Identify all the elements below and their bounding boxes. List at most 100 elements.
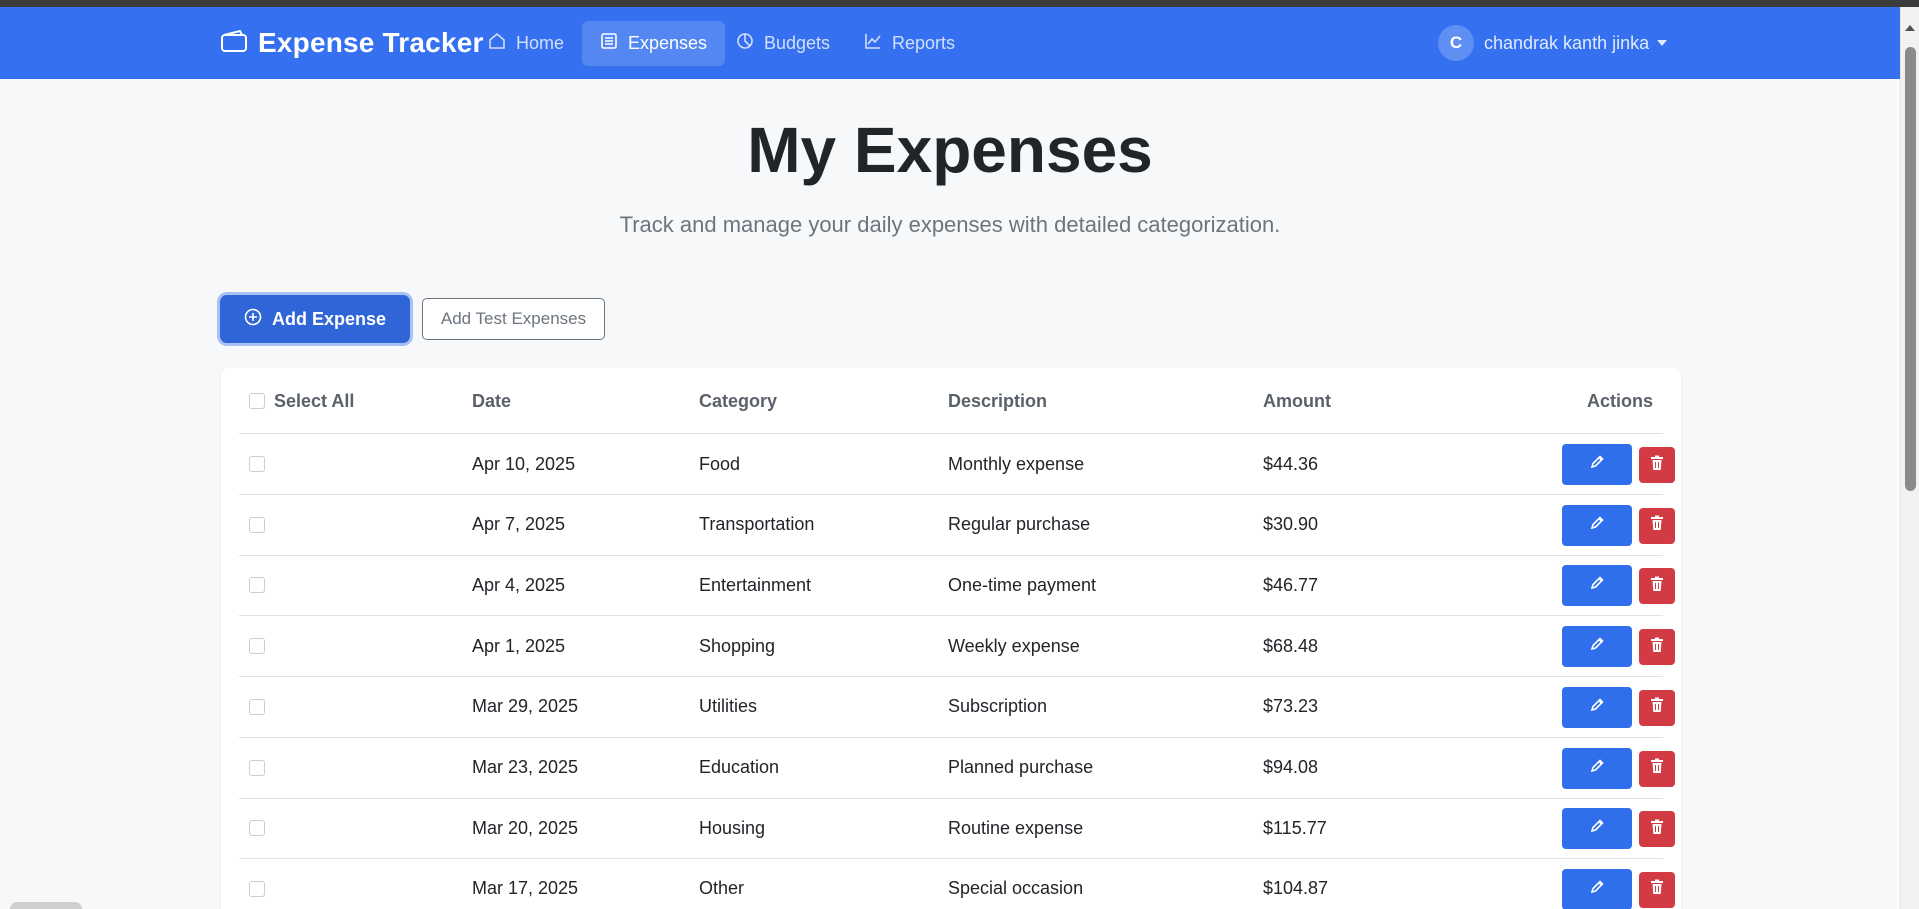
scrollbar-thumb[interactable] <box>1905 47 1916 491</box>
row-checkbox[interactable] <box>249 456 265 472</box>
row-checkbox[interactable] <box>249 577 265 594</box>
cell-amount: $46.77 <box>1263 574 1319 595</box>
row-checkbox[interactable] <box>249 516 265 533</box>
trash-icon <box>1650 515 1664 536</box>
row-checkbox-cell[interactable] <box>249 434 265 494</box>
nav-label-reports: Reports <box>892 33 956 53</box>
row-checkbox-cell[interactable] <box>249 495 265 555</box>
expenses-table-card: Select All Date Category Description Amo… <box>221 368 1681 909</box>
row-checkbox[interactable] <box>249 759 265 776</box>
line-chart-icon <box>864 32 882 55</box>
plus-circle-icon <box>244 308 262 331</box>
edit-button[interactable] <box>1562 565 1632 607</box>
nav-label-home: Home <box>516 33 565 53</box>
trash-icon <box>1650 576 1664 597</box>
cell-amount: $115.77 <box>1263 817 1327 838</box>
add-expense-button[interactable]: Add Expense <box>220 295 410 343</box>
delete-button[interactable] <box>1639 568 1675 605</box>
pencil-icon <box>1589 758 1605 779</box>
table-row: Apr 7, 2025 Transportation Regular purchas… <box>239 495 1675 556</box>
add-test-expenses-label: Add Test Expenses <box>440 309 587 328</box>
cell-date: Mar 29, 2025 <box>472 696 579 717</box>
row-checkbox-cell[interactable] <box>249 798 265 858</box>
nav-item-budgets[interactable]: Budgets <box>718 21 848 66</box>
home-icon <box>488 32 506 55</box>
table-header: Select All Date Category Description Amo… <box>239 368 1663 434</box>
table-row: Mar 17, 2025 Other Special occasion $104.87 <box>239 859 1675 909</box>
edit-button[interactable] <box>1562 626 1632 668</box>
nav-label-budgets: Budgets <box>764 33 831 53</box>
cell-amount: $30.90 <box>1263 514 1319 535</box>
row-checkbox-cell[interactable] <box>249 555 265 615</box>
cell-description: Routine expense <box>948 817 1084 838</box>
cell-date: Mar 17, 2025 <box>472 878 579 899</box>
trash-icon <box>1650 819 1664 840</box>
delete-button[interactable] <box>1639 447 1675 483</box>
header-description: Description <box>948 390 1048 411</box>
trash-icon <box>1650 697 1664 718</box>
cell-date: Mar 23, 2025 <box>472 757 579 777</box>
cell-amount: $94.08 <box>1263 757 1319 777</box>
cell-category: Food <box>699 453 741 474</box>
brand[interactable]: Expense Tracker <box>220 7 484 79</box>
edit-button[interactable] <box>1562 747 1632 789</box>
delete-button[interactable] <box>1639 629 1675 666</box>
list-icon <box>600 32 618 55</box>
delete-button[interactable] <box>1639 811 1675 848</box>
page-subtitle: Track and manage your daily expenses wit… <box>619 212 1281 237</box>
navbar: Expense Tracker Home Expenses Budgets Re… <box>0 7 1900 79</box>
table-row: Mar 23, 2025 Education Planned purchase $94… <box>239 738 1675 799</box>
header-category: Category <box>699 390 778 411</box>
nav-label-expenses: Expenses <box>628 33 708 53</box>
user-name: chandrak kanth jinka <box>1484 32 1650 53</box>
row-checkbox[interactable] <box>249 638 265 655</box>
table-row: Mar 29, 2025 Utilities Subscription $73.23 <box>239 677 1675 738</box>
trash-icon <box>1650 637 1664 658</box>
edit-button[interactable] <box>1562 808 1632 850</box>
pencil-icon <box>1589 818 1605 839</box>
table-row: Apr 10, 2025 Food Monthly expense $44.36 <box>239 434 1675 495</box>
cell-date: Apr 4, 2025 <box>472 574 566 595</box>
header-actions: Actions <box>1586 390 1653 411</box>
delete-button[interactable] <box>1639 750 1675 787</box>
delete-button[interactable] <box>1639 507 1675 544</box>
row-checkbox-cell[interactable] <box>249 677 265 737</box>
select-all-header[interactable]: Select All <box>249 368 354 434</box>
cell-category: Transportation <box>699 514 815 535</box>
pencil-icon <box>1589 697 1605 718</box>
scroll-up-icon[interactable] <box>1905 25 1915 31</box>
row-checkbox-cell[interactable] <box>249 738 265 798</box>
edit-button[interactable] <box>1562 504 1632 546</box>
avatar: C <box>1438 25 1474 61</box>
edit-button[interactable] <box>1562 444 1632 485</box>
cell-category: Housing <box>699 817 766 838</box>
pencil-icon <box>1589 879 1605 900</box>
cell-category: Other <box>699 878 745 899</box>
select-all-checkbox[interactable] <box>249 393 265 409</box>
cell-description: Special occasion <box>948 878 1084 899</box>
edit-button[interactable] <box>1562 868 1632 909</box>
user-menu[interactable]: C chandrak kanth jinka <box>1438 7 1668 79</box>
row-checkbox[interactable] <box>249 880 265 897</box>
cell-category: Utilities <box>699 696 758 717</box>
delete-button[interactable] <box>1639 871 1675 908</box>
row-checkbox-cell[interactable] <box>249 859 265 909</box>
bottom-pill <box>10 902 82 909</box>
nav-item-expenses[interactable]: Expenses <box>582 21 726 66</box>
row-checkbox[interactable] <box>249 820 265 837</box>
caret-down-icon <box>1657 40 1668 46</box>
pencil-icon <box>1589 515 1605 536</box>
cell-category: Shopping <box>699 635 776 656</box>
add-test-expenses-button[interactable]: Add Test Expenses <box>422 298 605 340</box>
nav-item-home[interactable]: Home <box>470 21 582 66</box>
nav-item-reports[interactable]: Reports <box>846 21 973 66</box>
vertical-scrollbar[interactable] <box>1900 7 1919 909</box>
delete-button[interactable] <box>1639 689 1675 726</box>
cell-date: Apr 7, 2025 <box>472 514 566 535</box>
row-checkbox[interactable] <box>249 698 265 715</box>
row-checkbox-cell[interactable] <box>249 616 265 676</box>
cell-description: Weekly expense <box>948 635 1080 656</box>
app-title: Expense Tracker <box>258 27 484 58</box>
edit-button[interactable] <box>1562 686 1632 728</box>
cell-description: Planned purchase <box>948 757 1094 777</box>
